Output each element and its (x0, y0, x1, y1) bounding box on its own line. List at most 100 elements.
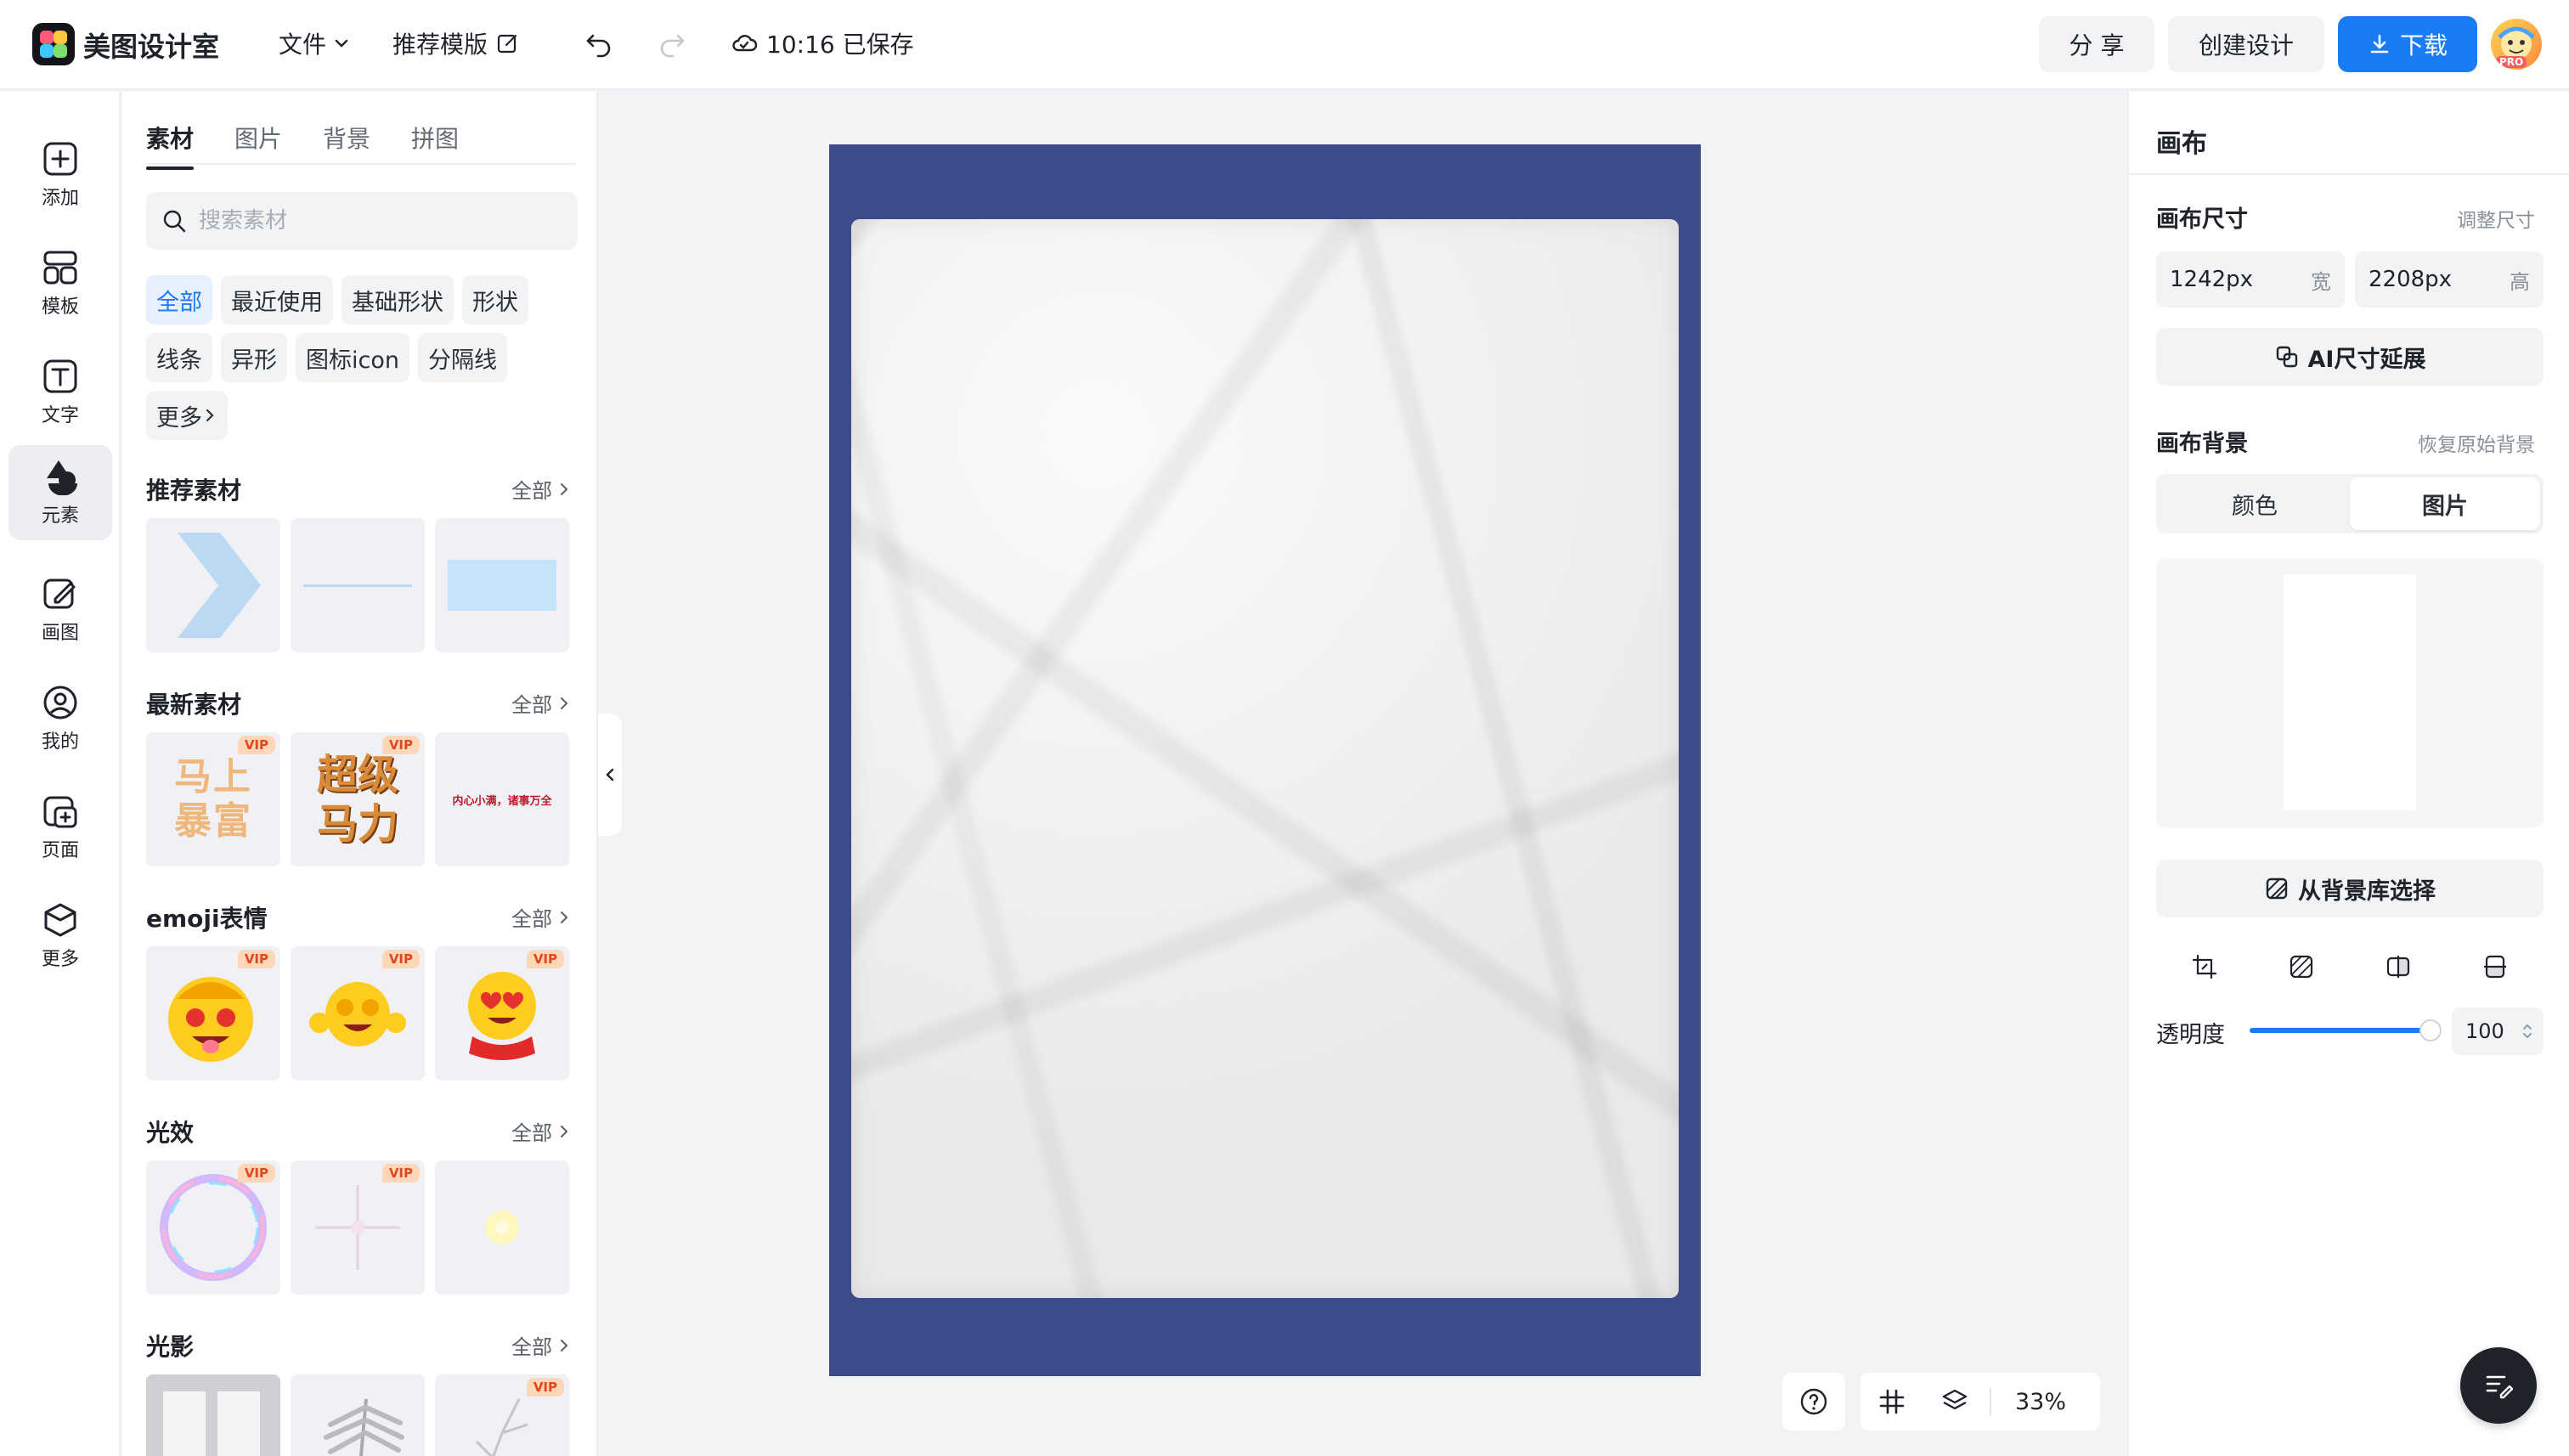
chip-lines[interactable]: 线条 (146, 333, 212, 382)
see-all-link[interactable]: 全部 (511, 902, 571, 932)
chip-icons[interactable]: 图标icon (296, 333, 409, 382)
see-all-link[interactable]: 全部 (511, 1330, 571, 1360)
chevron-right-icon (561, 1339, 568, 1352)
design-canvas[interactable] (829, 144, 1701, 1376)
see-all-link[interactable]: 全部 (511, 688, 571, 718)
collapse-panel-button[interactable] (598, 714, 622, 836)
redo-icon (660, 34, 685, 58)
rail-item-elements[interactable]: 元素 (8, 445, 112, 540)
segment-image[interactable]: 图片 (2350, 477, 2540, 530)
thumb-emoji[interactable]: VIP (435, 946, 569, 1081)
section-title: 光效 (146, 1119, 195, 1147)
rail-item-label: 更多 (41, 949, 79, 970)
rail-item-label: 页面 (41, 840, 79, 861)
flip-horizontal-button[interactable] (2385, 953, 2412, 980)
floating-menu-button[interactable] (2460, 1347, 2537, 1424)
file-menu[interactable]: 文件 (279, 26, 350, 60)
plus-square-icon (43, 142, 77, 176)
thumb-rect-shape[interactable] (435, 518, 569, 652)
download-button[interactable]: 下载 (2338, 16, 2477, 72)
see-all-link[interactable]: 全部 (511, 474, 571, 504)
chip-irregular[interactable]: 异形 (221, 333, 287, 382)
opacity-slider-knob[interactable] (2419, 1019, 2442, 1041)
thumb-light-effect[interactable]: VIP (146, 1160, 280, 1295)
share-button[interactable]: 分 享 (2039, 16, 2154, 72)
segment-color[interactable]: 颜色 (2160, 477, 2350, 530)
search-box[interactable] (146, 192, 578, 250)
bg-preview[interactable] (2156, 559, 2544, 827)
thumb-wordart[interactable]: 内心小满，诸事万全 (435, 732, 569, 866)
ai-extend-button[interactable]: AI尺寸延展 (2156, 328, 2544, 386)
glow-icon (485, 1211, 519, 1244)
thumb-shadow[interactable] (146, 1374, 280, 1456)
restore-bg-link[interactable]: 恢复原始背景 (2418, 428, 2535, 457)
flip-vertical-button[interactable] (2481, 953, 2509, 980)
search-input[interactable] (199, 208, 556, 234)
chip-all[interactable]: 全部 (146, 275, 212, 324)
chip-basic-shapes[interactable]: 基础形状 (342, 275, 454, 324)
chip-more[interactable]: 更多 (146, 391, 228, 440)
help-button[interactable] (1782, 1373, 1845, 1431)
width-field[interactable]: 1242px 宽 (2156, 251, 2345, 308)
rail-item-label: 模板 (41, 296, 79, 318)
chip-shapes[interactable]: 形状 (462, 275, 528, 324)
rail-item-label: 文字 (41, 405, 79, 426)
thumb-wordart[interactable]: 超级马力 VIP (291, 732, 425, 866)
opacity-input[interactable]: 100 (2452, 1007, 2544, 1055)
section-title: 光影 (146, 1333, 195, 1361)
thumb-emoji[interactable]: VIP (291, 946, 425, 1081)
see-all-link[interactable]: 全部 (511, 1116, 571, 1146)
rail-item-more[interactable]: 更多 (8, 889, 112, 984)
thumb-wordart[interactable]: 马上暴富 VIP (146, 732, 280, 866)
rail-item-page[interactable]: 页面 (8, 780, 112, 875)
thumb-light-effect[interactable] (435, 1160, 569, 1295)
width-unit: 宽 (2311, 269, 2331, 294)
user-icon (43, 686, 77, 720)
chevron-right-icon (561, 483, 568, 495)
thumb-shadow[interactable] (291, 1374, 425, 1456)
chevron-shape-icon (178, 533, 261, 638)
see-all-label: 全部 (511, 479, 552, 503)
flip-vertical-icon (2484, 955, 2506, 979)
thumb-chevron-shape[interactable] (146, 518, 280, 652)
opacity-slider-track[interactable] (2250, 1028, 2430, 1033)
redo-button[interactable] (656, 29, 686, 63)
thumb-light-effect[interactable]: VIP (291, 1160, 425, 1295)
canvas-toolbar: 33% (1860, 1373, 2100, 1431)
chip-recent[interactable]: 最近使用 (221, 275, 333, 324)
money-eyes-emoji-icon (168, 977, 253, 1062)
rail-item-template[interactable]: 模板 (8, 236, 112, 331)
app-logo[interactable] (32, 23, 75, 65)
rail-item-label: 添加 (41, 188, 79, 209)
layers-button[interactable] (1940, 1387, 1969, 1416)
undo-button[interactable] (584, 29, 615, 63)
create-design-button[interactable]: 创建设计 (2168, 16, 2324, 72)
template-menu[interactable]: 推荐模版 (392, 26, 520, 60)
rail-item-draw[interactable]: 画图 (8, 562, 112, 657)
rail-item-mine[interactable]: 我的 (8, 671, 112, 766)
wordart-text: 内心小满，诸事万全 (452, 794, 552, 808)
remove-bg-button[interactable] (2288, 953, 2315, 980)
ai-extend-label: AI尺寸延展 (2307, 346, 2426, 373)
thumb-shadow[interactable]: VIP (435, 1374, 569, 1456)
rail-item-text[interactable]: 文字 (8, 345, 112, 440)
grid-toggle-button[interactable] (1877, 1387, 1906, 1416)
choose-from-library-button[interactable]: 从背景库选择 (2156, 860, 2544, 917)
thumb-emoji[interactable]: VIP (146, 946, 280, 1081)
zoom-level[interactable]: 33% (2015, 1389, 2066, 1415)
avatar[interactable]: PRO (2491, 19, 2542, 70)
thumb-line-shape[interactable] (291, 518, 425, 652)
crop-button[interactable] (2191, 953, 2218, 980)
rail-item-add[interactable]: 添加 (8, 127, 112, 223)
template-icon (43, 251, 77, 285)
download-icon (2370, 34, 2389, 54)
vip-badge: VIP (237, 736, 275, 754)
vip-badge: VIP (381, 736, 420, 754)
thumb-row: VIP (146, 1374, 569, 1456)
chip-dividers[interactable]: 分隔线 (417, 333, 507, 382)
vip-badge: VIP (237, 950, 275, 968)
thumb-row: VIP VIP (146, 1160, 569, 1295)
coin-eyes-emoji-icon (309, 982, 406, 1047)
resize-link[interactable]: 调整尺寸 (2457, 204, 2535, 233)
height-field[interactable]: 2208px 高 (2355, 251, 2544, 308)
